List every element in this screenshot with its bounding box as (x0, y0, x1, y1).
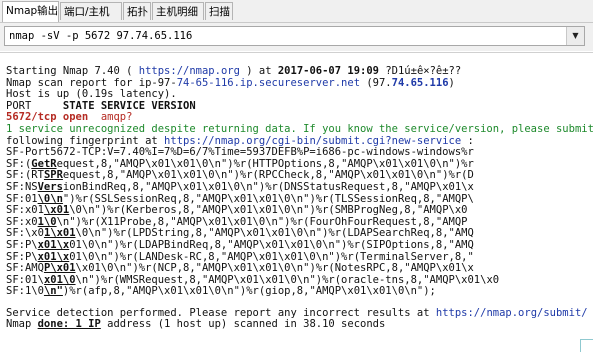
output-line: Nmap done: 1 IP address (1 host up) scan… (6, 318, 386, 331)
nmap-output-pane[interactable]: Starting Nmap 7.40 ( https://nmap.org ) … (0, 52, 593, 352)
tab-scans[interactable]: 扫描 (205, 2, 233, 20)
nmap-link[interactable]: https://nmap.org (139, 65, 240, 77)
tab-bar: Nmap输出 端口/主机 拓扑 主机明细 扫描 (0, 0, 593, 23)
report-link[interactable]: https://nmap.org/submit/ (436, 307, 588, 319)
tab-ports-hosts[interactable]: 端口/主机 (60, 2, 122, 20)
output-line: SF:1\0\n")%r(afp,8,"AMQP\x01\x01\0\n")%r… (6, 285, 436, 298)
command-bar: nmap -sV -p 5672 97.74.65.116 ▼ (0, 23, 593, 51)
chevron-down-icon[interactable]: ▼ (566, 27, 584, 45)
tab-topology[interactable]: 拓扑 (123, 2, 151, 20)
tab-host-details[interactable]: 主机明细 (152, 2, 204, 20)
tab-nmap-output[interactable]: Nmap输出 (2, 1, 59, 22)
command-text: nmap -sV -p 5672 97.74.65.116 (9, 30, 193, 42)
resize-corner (580, 339, 593, 352)
command-input[interactable]: nmap -sV -p 5672 97.74.65.116 ▼ (4, 26, 585, 46)
submit-link[interactable]: https://nmap.org/cgi-bin/submit.cgi?new-… (164, 135, 461, 147)
